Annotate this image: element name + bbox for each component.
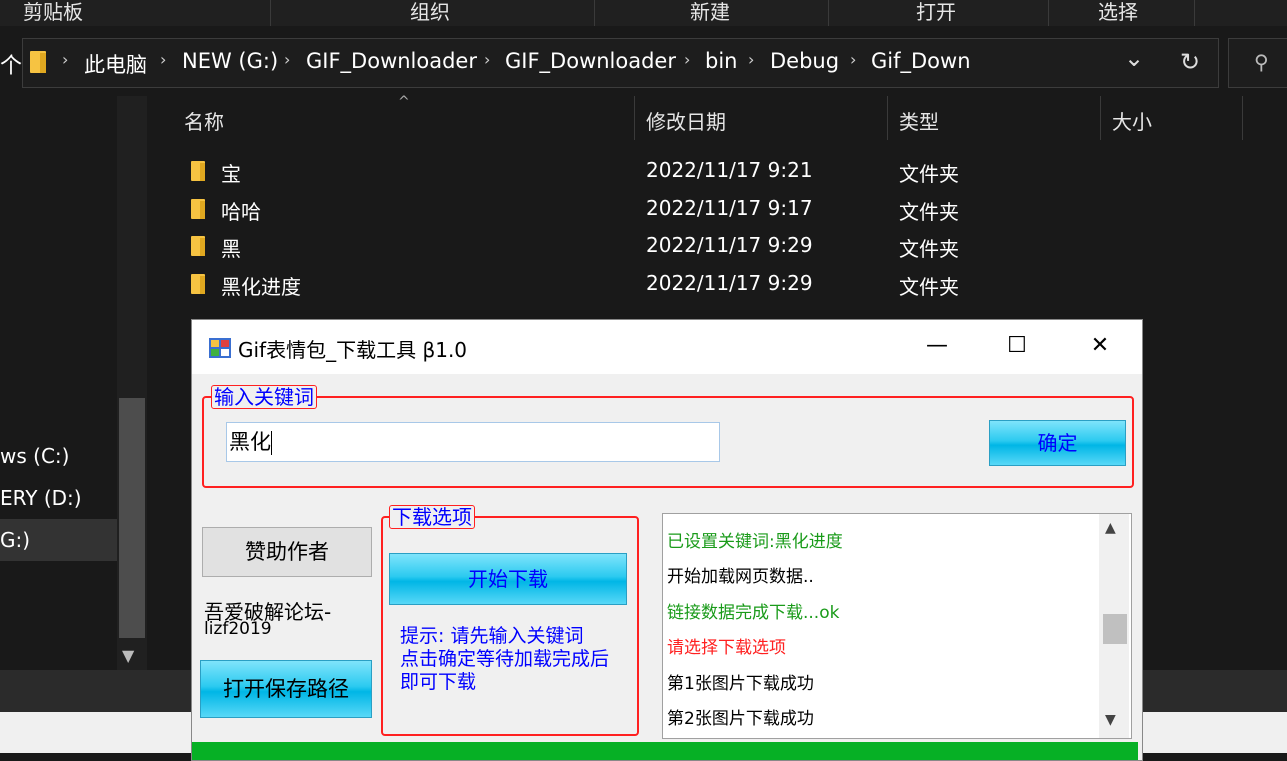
file-type: 文件夹 [899,237,959,261]
log-line: 链接数据完成下载...ok [667,603,840,623]
close-button[interactable]: ✕ [1080,332,1120,362]
file-name: 哈哈 [221,200,261,224]
table-row[interactable]: 黑 2022/11/17 9:29 文件夹 [0,233,1287,263]
keyword-group-label: 输入关键词 [211,385,317,409]
column-header-name[interactable]: 名称 [184,106,224,135]
chevron-right-icon: › [160,50,167,69]
sponsor-button[interactable]: 赞助作者 [202,527,372,577]
window-title: Gif表情包_下载工具 β1.0 [238,338,468,362]
text-caret [271,431,272,455]
folder-icon [191,274,205,294]
log-line: 第2张图片下载成功 [667,709,814,729]
column-divider[interactable] [887,96,888,140]
chevron-right-icon: › [62,50,69,69]
chevron-right-icon: › [484,50,491,69]
sort-ascending-icon: ^ [398,94,410,110]
ribbon-tab-clipboard[interactable]: 剪贴板 [0,0,106,26]
ribbon-tab-organize[interactable]: 组织 [360,0,500,26]
breadcrumb-gif-downloader[interactable]: GIF_Downloader [306,49,477,73]
refresh-icon[interactable]: ↻ [1180,48,1200,76]
open-save-path-button[interactable]: 打开保存路径 [200,660,372,718]
column-header-date[interactable]: 修改日期 [646,106,726,135]
ribbon-tab-new[interactable]: 新建 [640,0,780,26]
table-row[interactable]: 黑化进度 2022/11/17 9:29 文件夹 [0,271,1287,301]
log-listbox[interactable]: 已设置关键词:黑化进度 开始加载网页数据.. 链接数据完成下载...ok 请选择… [662,513,1132,739]
search-icon: ⚲ [1254,50,1269,74]
file-type: 文件夹 [899,162,959,186]
up-button[interactable]: 个 [0,48,22,80]
column-divider[interactable] [634,96,635,140]
folder-icon [191,161,205,181]
file-type: 文件夹 [899,200,959,224]
file-date: 2022/11/17 9:29 [646,233,813,257]
folder-icon [191,236,205,256]
breadcrumb-debug[interactable]: Debug [770,49,839,73]
nav-item-drive-c[interactable]: ws (C:) [0,444,69,468]
maximize-button[interactable]: ☐ [997,332,1037,362]
ribbon-divider [594,0,595,26]
log-line: 开始加载网页数据.. [667,567,814,587]
keyword-input[interactable]: 黑化 [226,422,720,462]
file-date: 2022/11/17 9:21 [646,158,813,182]
folder-icon [191,199,205,219]
nav-scrollbar-thumb[interactable] [119,398,145,638]
keyword-input-value: 黑化 [229,430,271,454]
column-divider[interactable] [1100,96,1101,140]
ribbon-tab-select[interactable]: 选择 [1048,0,1188,26]
column-header-size[interactable]: 大小 [1112,106,1152,135]
breadcrumb-bin[interactable]: bin [705,49,737,73]
hint-line-1: 提示: 请先输入关键词 [400,625,584,647]
minimize-button[interactable]: — [917,332,957,362]
chevron-right-icon: › [684,50,691,69]
download-options-label: 下载选项 [389,505,475,529]
app-icon [209,338,231,358]
table-row[interactable]: 哈哈 2022/11/17 9:17 文件夹 [0,196,1287,226]
ribbon-divider [270,0,271,26]
breadcrumb-gif-downloader-2[interactable]: GIF_Downloader [505,49,676,73]
log-scrollbar-thumb[interactable] [1103,614,1127,644]
file-date: 2022/11/17 9:29 [646,271,813,295]
log-line: 请选择下载选项 [667,638,786,658]
file-name: 宝 [221,162,241,186]
ribbon-divider [828,0,829,26]
confirm-button[interactable]: 确定 [989,420,1126,466]
table-row[interactable]: 宝 2022/11/17 9:21 文件夹 [0,158,1287,188]
log-line: 第1张图片下载成功 [667,674,814,694]
chevron-down-icon[interactable]: ⌄ [1124,44,1144,72]
hint-line-3: 即可下载 [400,671,477,693]
breadcrumb-this-pc[interactable]: 此电脑 [84,49,147,79]
log-line: 已设置关键词:黑化进度 [667,532,843,552]
chevron-right-icon: › [850,50,857,69]
start-download-button[interactable]: 开始下载 [389,553,627,605]
breadcrumb-drive-g[interactable]: NEW (G:) [182,49,278,73]
column-divider[interactable] [1242,96,1243,140]
ribbon-tab-open[interactable]: 打开 [866,0,1006,26]
log-scroll-down-icon[interactable]: ▼ [1105,712,1116,728]
nav-item-drive-g[interactable]: G:) [0,528,30,552]
column-header-type[interactable]: 类型 [899,106,939,135]
chevron-right-icon: › [748,50,755,69]
chevron-right-icon: › [284,50,291,69]
file-name: 黑 [221,237,241,261]
author-label: lizf2019 [204,619,272,639]
file-date: 2022/11/17 9:17 [646,196,813,220]
folder-icon [30,51,46,77]
hint-line-2: 点击确定等待加载完成后 [400,648,610,670]
progress-bar [192,742,1138,760]
gif-downloader-window: Gif表情包_下载工具 β1.0 — ☐ ✕ 输入关键词 黑化 确定 赞助作者 … [191,319,1143,761]
file-type: 文件夹 [899,275,959,299]
ribbon: 剪贴板 组织 新建 打开 选择 [0,0,1287,26]
ribbon-divider [1194,0,1195,26]
file-name: 黑化进度 [221,275,301,299]
nav-item-drive-d[interactable]: ERY (D:) [0,486,82,510]
nav-scroll-down-icon[interactable]: ▼ [122,646,134,665]
log-scroll-up-icon[interactable]: ▲ [1105,520,1116,536]
breadcrumb-gif-down[interactable]: Gif_Down [871,49,971,73]
